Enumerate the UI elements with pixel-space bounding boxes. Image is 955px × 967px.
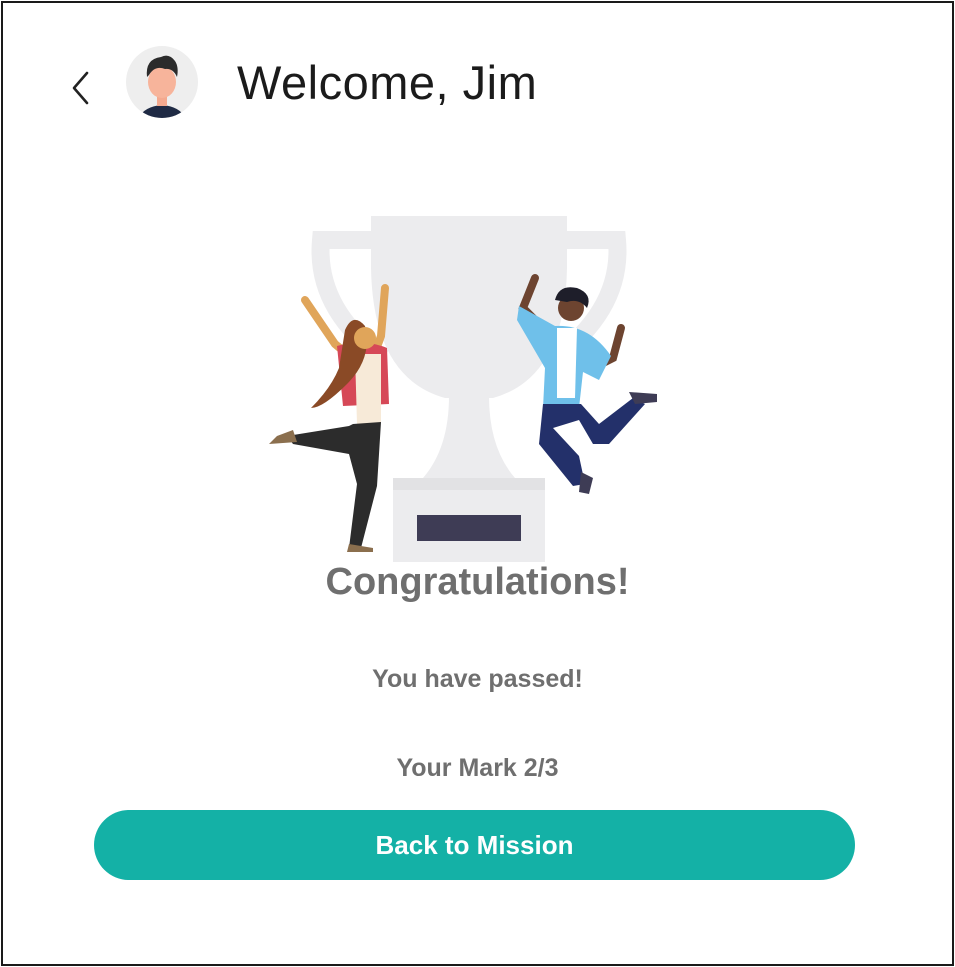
- welcome-title: Welcome, Jim: [237, 56, 538, 109]
- trophy-celebration-illustration: [253, 208, 673, 568]
- score-text: Your Mark 2/3: [396, 754, 559, 782]
- app-window: Welcome, Jim Congratulations! You have p…: [1, 1, 954, 966]
- back-button[interactable]: [61, 63, 101, 113]
- user-avatar-icon: [126, 46, 198, 118]
- header: Welcome, Jim: [3, 3, 952, 163]
- congratulations-heading: Congratulations!: [325, 561, 630, 603]
- woman-figure: [269, 284, 389, 552]
- back-to-mission-button[interactable]: Back to Mission: [94, 810, 855, 880]
- pass-status-text: You have passed!: [372, 665, 583, 693]
- trophy-icon: [269, 216, 657, 562]
- avatar[interactable]: [125, 41, 199, 123]
- chevron-left-icon: [72, 71, 89, 105]
